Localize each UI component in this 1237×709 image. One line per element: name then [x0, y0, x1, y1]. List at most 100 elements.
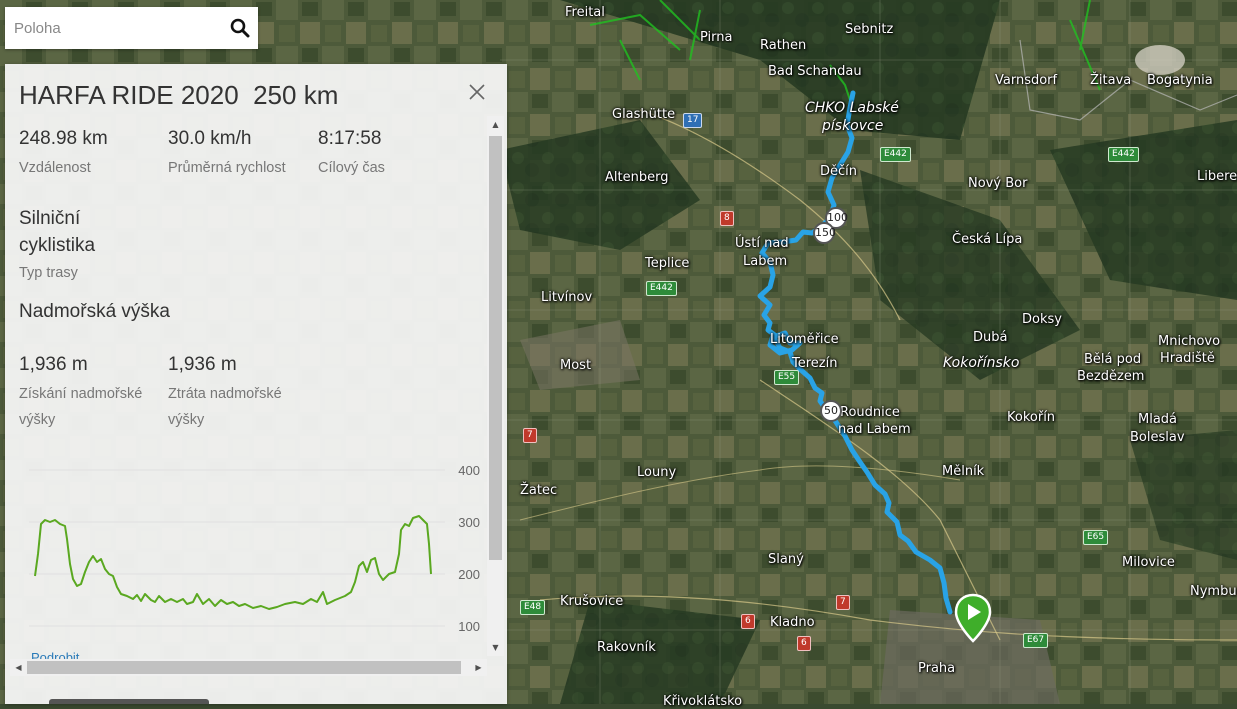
close-button[interactable] [467, 82, 487, 102]
road-number-badge: E442 [646, 281, 677, 296]
distance-label: Vzdálenost [19, 160, 91, 176]
scroll-up-icon[interactable]: ▲ [487, 116, 504, 133]
elev-axis-label-300: 300 [458, 515, 480, 530]
map-area-label: Kokořínsko [943, 355, 1020, 371]
map-place-label: Mělník [942, 464, 985, 479]
elevation-loss-stat: 1,936 m Ztráta nadmořské výšky [168, 354, 313, 433]
map-place-label: Bělá pod [1084, 352, 1142, 367]
road-number-badge: E55 [774, 370, 800, 385]
horizontal-scroll-thumb[interactable] [27, 661, 461, 674]
search-button[interactable] [222, 8, 258, 48]
elevation-loss-value: 1,936 m [168, 354, 237, 375]
map-place-label: Kladno [770, 615, 815, 630]
target-time-label: Cílový čas [318, 160, 385, 176]
search-input[interactable] [5, 8, 222, 48]
avg-speed-label: Průměrná rychlost [168, 160, 286, 176]
map-place-label: Mnichovo [1158, 334, 1221, 349]
avg-speed-value: 30.0 km/h [168, 128, 252, 149]
elevation-line [34, 515, 432, 610]
map-place-label: Boleslav [1130, 430, 1185, 445]
road-number-badge: 7 [523, 428, 537, 443]
elevation-loss-label: Ztráta nadmořské výšky [168, 386, 282, 428]
vertical-scroll-thumb[interactable] [489, 136, 502, 560]
horizontal-scrollbar[interactable]: ◀ ▶ [10, 659, 487, 676]
location-search [5, 7, 258, 49]
map-place-label: Mladá [1138, 412, 1178, 427]
map-place-label: Freital [565, 5, 605, 20]
km-marker[interactable]: 50 [820, 400, 842, 422]
avg-speed-stat: 30.0 km/h Průměrná rychlost [168, 128, 286, 181]
road-number-badge: 7 [836, 595, 850, 610]
map-place-label: Liberec [1197, 169, 1237, 184]
map-place-label: Krušovice [560, 594, 624, 609]
road-number-badge: E442 [1108, 147, 1139, 162]
map-place-label: Litoměřice [770, 332, 839, 347]
map-place-label: Nymburk [1190, 584, 1237, 599]
map-place-label: Louny [637, 465, 677, 480]
distance-value: 248.98 km [19, 128, 108, 149]
map-place-label: Litvínov [541, 290, 593, 305]
elevation-gain-value: 1,936 m [19, 354, 88, 375]
elev-axis-label-100: 100 [458, 619, 480, 634]
road-number-badge: E67 [1023, 633, 1049, 648]
map-place-label: Praha [918, 661, 956, 676]
map-place-label: Altenberg [605, 170, 669, 185]
road-number-badge: E442 [880, 147, 911, 162]
elevation-heading: Nadmořská výška [19, 301, 170, 322]
target-time-stat: 8:17:58 Cílový čas [318, 128, 385, 181]
map-place-label: Glashütte [612, 107, 676, 122]
map-place-label: Teplice [645, 256, 690, 271]
map-place-label: Milovice [1122, 555, 1175, 570]
search-icon [230, 18, 250, 38]
map-place-label: Bad Schandau [768, 64, 862, 79]
map-place-label: Česká Lípa [952, 232, 1023, 247]
map-place-label: Rakovník [597, 640, 656, 655]
map-place-label: Bogatynia [1147, 73, 1213, 88]
scroll-right-icon[interactable]: ▶ [470, 659, 487, 676]
elevation-profile-chart[interactable]: 400 300 200 100 [5, 454, 485, 644]
map-place-label: Žatec [520, 483, 558, 498]
elevation-gain-label: Získání nadmořské výšky [19, 386, 143, 428]
scroll-left-icon[interactable]: ◀ [10, 659, 27, 676]
map-place-label: nad Labem [838, 422, 911, 437]
map-area-label: pískovce [822, 118, 884, 134]
map-place-label: Doksy [1022, 312, 1062, 327]
elevation-gain-stat: 1,936 m Získání nadmořské výšky [19, 354, 164, 433]
map-place-label: Kokořín [1007, 410, 1056, 425]
map-place-label: Bezdězem [1077, 369, 1145, 384]
map-place-label: Labem [743, 254, 788, 269]
elev-axis-label-200: 200 [458, 567, 480, 582]
km-marker[interactable]: 150 [813, 222, 836, 244]
map-place-label: Roudnice [840, 405, 900, 420]
road-number-badge: E48 [520, 600, 546, 615]
map-place-label: Hradiště [1160, 351, 1215, 366]
target-time-value: 8:17:58 [318, 128, 382, 149]
distance-stat: 248.98 km Vzdálenost [19, 128, 108, 181]
close-icon [469, 84, 485, 100]
map-place-label: Nový Bor [968, 176, 1028, 191]
route-detail-panel: HARFA RIDE 2020 250 km 248.98 km Vzdálen… [5, 64, 507, 704]
map-area-label: CHKO Labské [805, 100, 899, 116]
map-place-label: Ústí nad [735, 236, 789, 251]
road-number-badge: 17 [683, 113, 703, 128]
map-place-label: Slaný [768, 552, 804, 567]
map-place-label: Most [560, 358, 592, 373]
map-place-label: Sebnitz [845, 22, 894, 37]
map-place-label: Varnsdorf [995, 73, 1058, 88]
scroll-down-icon[interactable]: ▼ [487, 639, 504, 656]
map-place-label: Děčín [820, 164, 858, 179]
vertical-scrollbar[interactable]: ▲ ▼ [487, 116, 504, 656]
start-marker[interactable] [953, 593, 993, 645]
route-title: HARFA RIDE 2020 250 km [19, 80, 339, 110]
bottom-handle[interactable] [49, 699, 209, 704]
road-number-badge: 6 [797, 636, 811, 651]
road-number-badge: E65 [1083, 530, 1109, 545]
elev-axis-label-400: 400 [458, 463, 480, 478]
map-place-label: Žitava [1090, 73, 1132, 88]
road-number-badge: 6 [741, 614, 755, 629]
map-place-label: Pirna [700, 30, 733, 45]
map-place-label: Dubá [973, 330, 1008, 345]
route-type-value: Silniční cyklistika [19, 208, 96, 256]
route-type-label: Typ trasy [19, 265, 78, 281]
map-place-label: Křivoklátsko [663, 694, 743, 709]
